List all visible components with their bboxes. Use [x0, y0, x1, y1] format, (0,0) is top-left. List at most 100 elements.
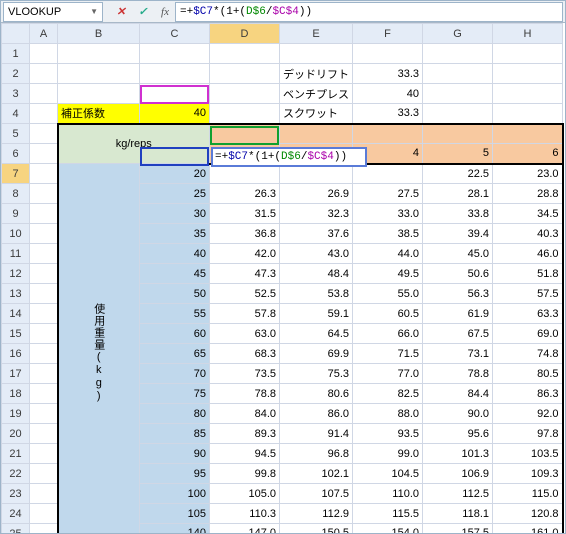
data-cell[interactable]: 89.3: [210, 424, 280, 444]
col-header[interactable]: B: [58, 24, 140, 44]
data-cell[interactable]: 91.4: [280, 424, 353, 444]
data-cell[interactable]: 99.8: [210, 464, 280, 484]
data-cell[interactable]: 103.5: [493, 444, 563, 464]
data-cell[interactable]: 86.0: [280, 404, 353, 424]
data-cell[interactable]: 104.5: [353, 464, 423, 484]
row-header[interactable]: 5: [2, 124, 30, 144]
lift-name[interactable]: デッドリフト: [280, 64, 353, 84]
cancel-icon[interactable]: ✕: [113, 4, 129, 20]
data-cell[interactable]: 118.1: [423, 504, 493, 524]
data-cell[interactable]: 105.0: [210, 484, 280, 504]
data-cell[interactable]: 22.5: [423, 164, 493, 184]
weight-cell[interactable]: 85: [140, 424, 210, 444]
data-cell[interactable]: 23.0: [493, 164, 563, 184]
data-cell[interactable]: 61.9: [423, 304, 493, 324]
data-cell[interactable]: 63.3: [493, 304, 563, 324]
weight-cell[interactable]: 55: [140, 304, 210, 324]
row-header[interactable]: 8: [2, 184, 30, 204]
data-cell[interactable]: 57.5: [493, 284, 563, 304]
data-cell[interactable]: 80.5: [493, 364, 563, 384]
data-cell[interactable]: 161.0: [493, 524, 563, 534]
data-cell[interactable]: 42.0: [210, 244, 280, 264]
data-cell[interactable]: 84.4: [423, 384, 493, 404]
data-cell[interactable]: 112.5: [423, 484, 493, 504]
row-header[interactable]: 7: [2, 164, 30, 184]
weight-cell[interactable]: 35: [140, 224, 210, 244]
data-cell[interactable]: 37.6: [280, 224, 353, 244]
row-header[interactable]: 18: [2, 384, 30, 404]
col-header[interactable]: H: [493, 24, 563, 44]
weight-cell[interactable]: 65: [140, 344, 210, 364]
row-header[interactable]: 25: [2, 524, 30, 534]
data-cell[interactable]: 99.0: [353, 444, 423, 464]
lift-val[interactable]: 33.3: [353, 104, 423, 124]
data-cell[interactable]: 101.3: [423, 444, 493, 464]
reps-header[interactable]: 5: [423, 144, 493, 164]
data-cell[interactable]: 94.5: [210, 444, 280, 464]
row-header[interactable]: 12: [2, 264, 30, 284]
data-cell[interactable]: 39.4: [423, 224, 493, 244]
reps-band[interactable]: [210, 124, 280, 144]
data-cell[interactable]: 96.8: [280, 444, 353, 464]
data-cell[interactable]: 51.8: [493, 264, 563, 284]
data-cell[interactable]: 28.8: [493, 184, 563, 204]
data-cell[interactable]: 84.0: [210, 404, 280, 424]
row-header[interactable]: 15: [2, 324, 30, 344]
weight-cell[interactable]: 90: [140, 444, 210, 464]
data-cell[interactable]: 150.5: [280, 524, 353, 534]
weight-cell[interactable]: 140: [140, 524, 210, 534]
row-header[interactable]: 24: [2, 504, 30, 524]
data-cell[interactable]: 82.5: [353, 384, 423, 404]
data-cell[interactable]: 50.6: [423, 264, 493, 284]
data-cell[interactable]: 33.0: [353, 204, 423, 224]
data-cell[interactable]: 74.8: [493, 344, 563, 364]
row-header[interactable]: 4: [2, 104, 30, 124]
data-cell[interactable]: 55.0: [353, 284, 423, 304]
data-cell[interactable]: 107.5: [280, 484, 353, 504]
row-header[interactable]: 11: [2, 244, 30, 264]
data-cell[interactable]: 63.0: [210, 324, 280, 344]
data-cell[interactable]: 110.3: [210, 504, 280, 524]
data-cell[interactable]: 102.1: [280, 464, 353, 484]
lift-name[interactable]: スクワット: [280, 104, 353, 124]
name-box[interactable]: VLOOKUP ▼: [3, 2, 103, 22]
row-header[interactable]: 10: [2, 224, 30, 244]
data-cell[interactable]: 109.3: [493, 464, 563, 484]
data-cell[interactable]: 75.3: [280, 364, 353, 384]
data-cell[interactable]: 27.5: [353, 184, 423, 204]
data-cell[interactable]: 86.3: [493, 384, 563, 404]
data-cell[interactable]: 59.1: [280, 304, 353, 324]
data-cell[interactable]: 120.8: [493, 504, 563, 524]
data-cell[interactable]: 47.3: [210, 264, 280, 284]
data-cell[interactable]: 97.8: [493, 424, 563, 444]
data-cell[interactable]: 28.1: [423, 184, 493, 204]
row-header[interactable]: 16: [2, 344, 30, 364]
lift-name[interactable]: ベンチプレス: [280, 84, 353, 104]
active-cell-edit[interactable]: =+$C7*(1+(D$6/$C$4)): [211, 147, 367, 167]
reps-header[interactable]: 6: [493, 144, 563, 164]
data-cell[interactable]: 48.4: [280, 264, 353, 284]
weight-cell[interactable]: 25: [140, 184, 210, 204]
data-cell[interactable]: 69.0: [493, 324, 563, 344]
data-cell[interactable]: 45.0: [423, 244, 493, 264]
weight-cell[interactable]: 75: [140, 384, 210, 404]
data-cell[interactable]: 56.3: [423, 284, 493, 304]
row-header[interactable]: 21: [2, 444, 30, 464]
row-header[interactable]: 1: [2, 44, 30, 64]
data-cell[interactable]: 53.8: [280, 284, 353, 304]
data-cell[interactable]: 115.0: [493, 484, 563, 504]
data-cell[interactable]: 90.0: [423, 404, 493, 424]
data-cell[interactable]: 33.8: [423, 204, 493, 224]
data-cell[interactable]: 68.3: [210, 344, 280, 364]
lift-val[interactable]: 40: [353, 84, 423, 104]
data-cell[interactable]: 36.8: [210, 224, 280, 244]
row-header[interactable]: 13: [2, 284, 30, 304]
name-box-dropdown-icon[interactable]: ▼: [90, 7, 98, 16]
formula-input[interactable]: =+$C7*(1+(D$6/$C$4)): [175, 2, 563, 22]
data-cell[interactable]: 26.3: [210, 184, 280, 204]
col-header[interactable]: F: [353, 24, 423, 44]
data-cell[interactable]: 52.5: [210, 284, 280, 304]
data-cell[interactable]: 112.9: [280, 504, 353, 524]
weight-cell[interactable]: 50: [140, 284, 210, 304]
data-cell[interactable]: 115.5: [353, 504, 423, 524]
